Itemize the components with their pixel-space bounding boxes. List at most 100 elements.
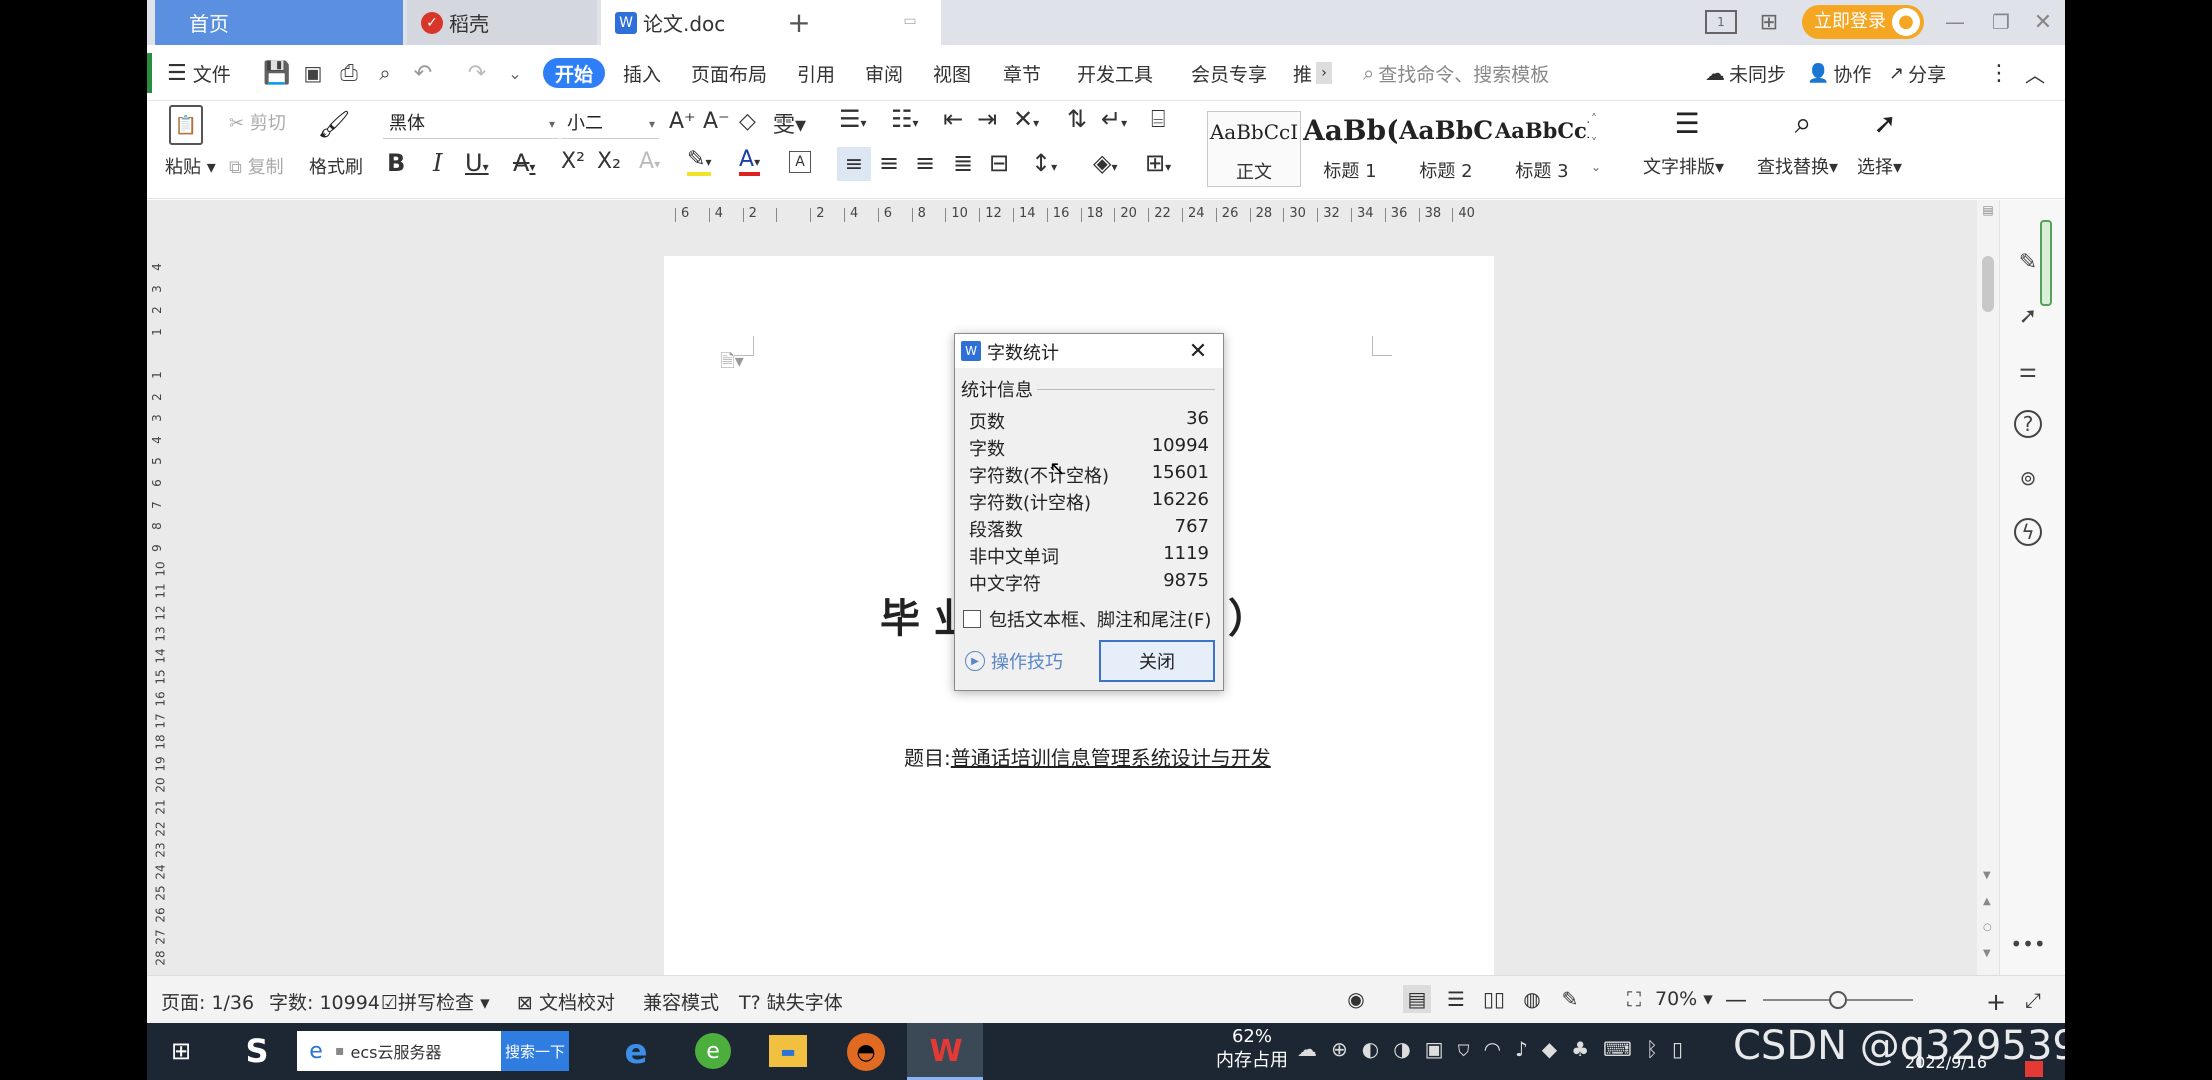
font-color-icon[interactable]: A▾ [739,147,761,176]
magnifier-icon[interactable]: ⌕ [1783,103,1823,143]
more-horizontal-icon[interactable]: ••• [2010,932,2045,956]
app-s-icon[interactable]: S [239,1032,275,1070]
select-browse-icon[interactable]: ○ [1983,922,1992,933]
pointer-icon[interactable]: ➚ [2014,302,2042,330]
menu-ref[interactable]: 引用 [797,55,835,91]
status-page[interactable]: 页面: 1/36 [161,988,254,1015]
size-select[interactable]: 小二 ▾ [561,109,659,139]
shrink-font-icon[interactable]: A⁻ [703,109,730,134]
format-painter-button[interactable]: 格式刷 [309,153,363,179]
style-heading-1[interactable]: AaBb(标题 1 [1303,111,1397,187]
cursor-icon[interactable]: ➚ [1867,103,1903,143]
grid-icon[interactable]: ⊞ [1757,10,1781,35]
search-command[interactable]: ⌕ 查找命令、搜索模板 [1363,55,1549,91]
style-normal[interactable]: AaBbCcI 正文 [1207,111,1301,187]
copy-button[interactable]: ⧉ 复制 [229,153,284,179]
paste-icon[interactable]: 📋 [169,105,203,145]
reading-view-icon[interactable]: ▯▯ [1481,986,1507,1012]
menu-review[interactable]: 审阅 [865,55,903,91]
eye-icon[interactable]: ◉ [1343,986,1369,1012]
menu-file[interactable]: ☰ 文件 [167,55,231,91]
justify-icon[interactable]: ≣ [953,149,973,177]
show-marks-icon[interactable]: ↵▾ [1101,105,1127,133]
bullet-list-icon[interactable]: ☰▾ [839,105,867,133]
numbered-list-icon[interactable]: ☷▾ [891,105,919,133]
text-layout-icon[interactable]: ☰ [1667,103,1707,143]
bluetooth-icon[interactable]: ᛒ [1646,1037,1672,1061]
tray-app-icon[interactable]: ◆ [1542,1037,1571,1061]
zoom-out-icon[interactable]: — [1725,988,1747,1013]
redo-icon[interactable]: ↷ [463,55,491,91]
shield-icon[interactable]: ⛉ [1458,1037,1484,1061]
style-heading-3[interactable]: AaBbCcl 标题 3 [1495,111,1589,187]
scrollbar-thumb[interactable] [1982,256,1994,312]
shading-icon[interactable]: ◈▾ [1093,149,1118,177]
pin-icon[interactable]: ▭ [901,12,919,30]
page-view-icon[interactable]: ▤ [1403,985,1431,1013]
collab-button[interactable]: 👤 协作 [1807,55,1871,91]
zoom-select[interactable]: 70% ▾ [1655,988,1713,1010]
menu-view[interactable]: 视图 [933,55,971,91]
tab-home[interactable]: 首页 [155,0,403,45]
align-right-icon[interactable]: ≡ [915,149,935,177]
app-orange-icon[interactable]: ◓ [847,1033,885,1071]
folder-icon[interactable]: ▬ [769,1035,807,1067]
horizontal-ruler[interactable]: 6 4 2 2 4 6 8 10 12 14 16 18 20 22 24 26 28 30 32 34 36 38 40 [675,202,1495,226]
subscript-icon[interactable]: X₂ [597,149,621,174]
layout-icon[interactable]: 1 [1705,10,1737,34]
text-effect-icon[interactable]: A▾ [639,149,660,174]
spell-check[interactable]: ☑拼写检查 ▾ [381,988,490,1015]
pen-icon[interactable]: ✎ [2014,248,2042,276]
distributed-icon[interactable]: ⊟ [989,149,1009,177]
paste-button[interactable]: 粘贴 ▾ [165,153,216,179]
superscript-icon[interactable]: X² [561,149,585,174]
taskbar-search-button[interactable]: 搜索一下 [501,1031,569,1071]
print-icon[interactable]: ⎙ [335,55,363,91]
char-border-icon[interactable]: A [789,151,811,173]
underline-icon[interactable]: U▾ [465,149,489,177]
style-heading-2[interactable]: AaBbC 标题 2 [1399,111,1493,187]
tray-app-icon[interactable]: ⊕ [1331,1037,1362,1061]
lightning-icon[interactable]: ϟ [2014,518,2042,546]
text-layout-button[interactable]: 文字排版▾ [1643,153,1724,179]
cut-button[interactable]: ✂ 剪切 [229,109,286,135]
more-vertical-icon[interactable]: ⋮ [1988,55,2010,91]
zoom-slider[interactable] [1763,991,1913,1009]
wps-taskbar-button[interactable]: W [907,1023,983,1080]
ruler-toggle-icon[interactable]: ▤ [1980,202,1996,218]
tray-app-icon[interactable]: ▣ [1425,1037,1458,1061]
scroll-down-icon[interactable]: ▼ [1983,870,1991,881]
zoom-slider-thumb[interactable] [1829,991,1847,1009]
sort-icon[interactable]: ⇅ [1067,105,1087,133]
write-mode-icon[interactable]: ✎ [1557,986,1583,1012]
menu-insert[interactable]: 插入 [623,55,661,91]
sliders-icon[interactable]: ⚌ [2014,356,2042,384]
line-spacing-icon[interactable]: ↕▾ [1031,149,1057,177]
outline-view-icon[interactable]: ☰ [1443,986,1469,1012]
tips-link[interactable]: ▶ 操作技巧 [965,648,1063,674]
export-pdf-icon[interactable]: ▣ [299,55,327,91]
fullscreen-icon[interactable]: ⤢ [2021,988,2045,1012]
italic-icon[interactable]: I [433,149,442,177]
vertical-scrollbar[interactable]: ▤ ▼ ▲ ○ ▼ [1977,200,1999,975]
help-icon[interactable]: ? [2014,410,2042,438]
phonetic-icon[interactable]: 雯▾ [773,107,806,139]
include-textbox-checkbox[interactable]: 包括文本框、脚注和尾注(F) [963,606,1219,632]
wifi-icon[interactable]: ◠ [1484,1037,1515,1061]
table-tools-icon[interactable]: ⌸ [1151,105,1165,133]
menu-more[interactable]: 推 › [1293,55,1333,91]
login-button[interactable]: 立即登录 ● [1802,5,1924,39]
fit-page-icon[interactable]: ⛶ [1621,986,1647,1012]
align-center-icon[interactable]: ≡ [879,149,899,177]
menu-chapter[interactable]: 章节 [1003,55,1041,91]
ie-taskbar-icon[interactable]: e [617,1032,655,1072]
browser-green-icon[interactable]: e [695,1033,731,1069]
find-replace-button[interactable]: 查找替换▾ [1757,153,1838,179]
battery-icon[interactable]: ▯ [1672,1037,1697,1061]
close-icon[interactable]: ✕ [1185,338,1211,364]
font-select[interactable]: 黑体 ▾ [383,109,559,139]
minimize-icon[interactable]: — [1943,10,1967,34]
chinese-layout-icon[interactable]: ✕▾ [1013,105,1039,133]
menu-layout[interactable]: 页面布局 [691,55,767,91]
increase-indent-icon[interactable]: ⇥ [977,105,997,133]
